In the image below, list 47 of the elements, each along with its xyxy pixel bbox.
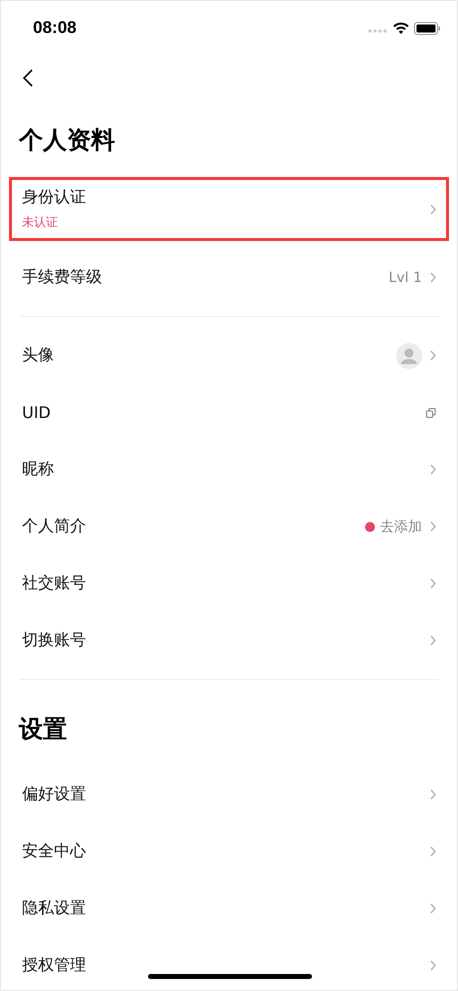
item-label: 社交账号 — [22, 573, 86, 594]
section-title: 个人资料 — [18, 125, 116, 156]
list-item[interactable]: 偏好设置 — [9, 766, 449, 823]
item-label: 个人简介 — [22, 516, 86, 537]
chevron-icon — [430, 350, 436, 361]
chevron-icon — [430, 204, 436, 214]
list-item[interactable]: 昵称 — [9, 441, 449, 498]
battery-icon — [414, 22, 441, 34]
item-value: Lvl 1 — [388, 270, 422, 286]
item-label: UID — [22, 403, 51, 422]
item-label: 昵称 — [22, 459, 54, 480]
section-title: 设置 — [18, 714, 68, 745]
item-label: 手续费等级 — [22, 267, 102, 288]
list-item[interactable]: 个人简介 去添加 — [9, 498, 449, 555]
list-item[interactable]: 授权管理 — [9, 937, 449, 990]
list-item[interactable]: 切换账号 — [9, 612, 449, 669]
chevron-icon — [430, 960, 436, 971]
chevron-icon — [430, 903, 436, 914]
item-value: 去添加 — [380, 518, 422, 536]
item-label: 安全中心 — [22, 841, 86, 862]
item-label: 偏好设置 — [22, 784, 86, 805]
item-label: 切换账号 — [22, 630, 86, 651]
chevron-icon — [430, 521, 436, 532]
list-item[interactable]: UID — [9, 384, 449, 441]
list-item[interactable]: 隐私设置 — [9, 880, 449, 937]
list-item[interactable]: 头像 — [9, 327, 449, 384]
list-item[interactable]: 身份认证 未认证 — [9, 177, 449, 241]
copy-icon[interactable] — [426, 408, 436, 418]
list-item[interactable]: 安全中心 — [9, 823, 449, 880]
item-label: 授权管理 — [22, 955, 86, 976]
item-label: 隐私设置 — [22, 898, 86, 919]
item-label: 身份认证 — [22, 187, 86, 208]
wifi-icon — [393, 22, 409, 34]
list-item[interactable]: 社交账号 — [9, 555, 449, 612]
avatar-icon — [396, 342, 422, 368]
status-text: 未认证 — [22, 214, 59, 231]
chevron-icon — [430, 635, 436, 646]
back-icon[interactable] — [23, 69, 33, 87]
status-time: 08:08 — [33, 18, 76, 38]
signal-icon — [368, 29, 388, 33]
item-label: 头像 — [22, 345, 54, 366]
chevron-icon — [430, 272, 436, 283]
chevron-icon — [430, 464, 436, 475]
chevron-icon — [430, 789, 436, 800]
chevron-icon — [430, 846, 436, 857]
list-item[interactable]: 手续费等级 Lvl 1 — [9, 249, 449, 306]
chevron-icon — [430, 578, 436, 589]
